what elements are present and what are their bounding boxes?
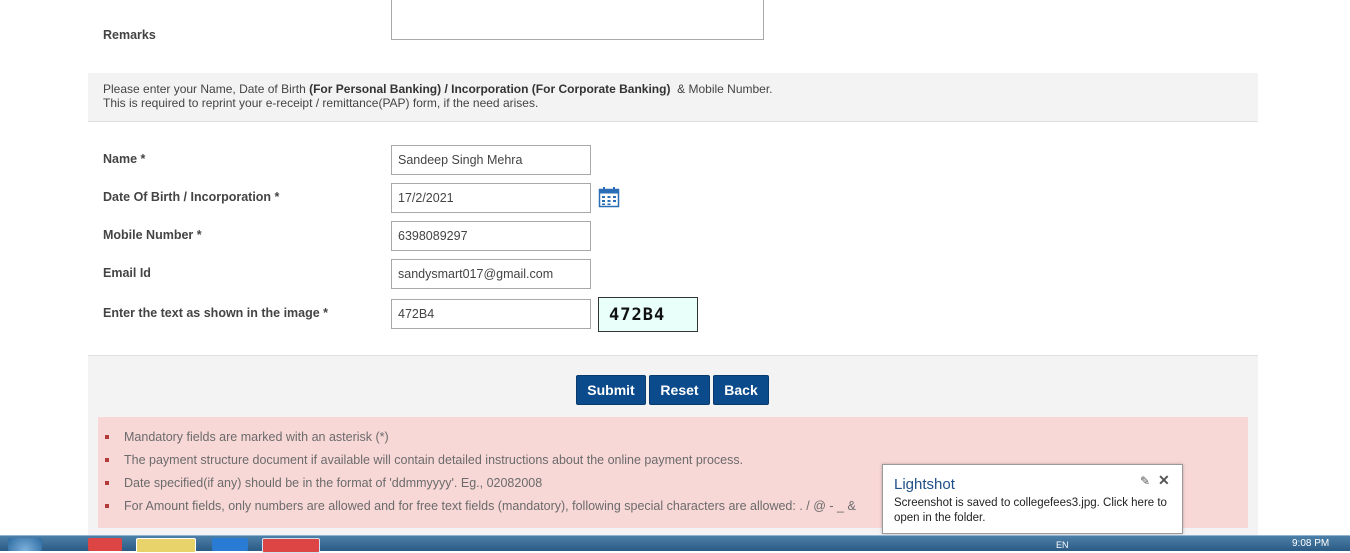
note-item: For Amount fields, only numbers are allo…	[105, 499, 856, 513]
note-item: Mandatory fields are marked with an aste…	[105, 430, 389, 444]
mobile-label: Mobile Number *	[103, 228, 202, 242]
lightshot-message[interactable]: Screenshot is saved to collegefees3.jpg.…	[894, 496, 1179, 526]
note-item: The payment structure document if availa…	[104, 453, 744, 467]
email-label: Email Id	[103, 266, 151, 280]
info-band: Please enter your Name, Date of Birth (F…	[88, 73, 1258, 122]
captcha-label: Enter the text as shown in the image *	[103, 306, 329, 320]
close-icon[interactable]: ✕	[1158, 472, 1170, 489]
mobile-input[interactable]	[391, 221, 591, 251]
dob-label: Date Of Birth / Incorporation *	[103, 190, 280, 204]
info-text-part2: & Mobile Number.	[670, 82, 773, 96]
remarks-textarea[interactable]	[391, 0, 764, 40]
info-text: Please enter your Name, Date of Birth (F…	[103, 82, 773, 110]
note-item: Date specified(if any) should be in the …	[104, 476, 543, 490]
vscode-icon[interactable]	[212, 538, 248, 551]
captcha-input[interactable]	[391, 299, 591, 329]
captcha-image: 472B4	[598, 297, 698, 332]
calendar-icon[interactable]	[598, 186, 620, 208]
name-input[interactable]	[391, 145, 591, 175]
email-input[interactable]	[391, 259, 591, 289]
language-indicator[interactable]: EN	[1056, 540, 1069, 550]
reset-button[interactable]: Reset	[649, 375, 710, 405]
info-text-line2: This is required to reprint your e-recei…	[103, 96, 539, 110]
folder-icon[interactable]	[136, 538, 196, 553]
taskbar-clock[interactable]: 9:08 PM	[1292, 538, 1329, 549]
remarks-label: Remarks	[103, 28, 156, 42]
chrome-icon[interactable]	[88, 538, 122, 551]
taskbar: EN 9:08 PM	[0, 535, 1350, 553]
lightshot-title: Lightshot	[894, 476, 955, 493]
lightshot-notification[interactable]: Lightshot ✎ ✕ Screenshot is saved to col…	[882, 464, 1183, 534]
name-label: Name *	[103, 152, 146, 166]
info-text-bold: (For Personal Banking) / Incorporation (…	[309, 82, 671, 96]
start-button-icon[interactable]	[8, 538, 42, 551]
back-button[interactable]: Back	[713, 375, 769, 405]
info-text-part1: Please enter your Name, Date of Birth	[103, 82, 310, 96]
chrome-window-icon[interactable]	[262, 538, 320, 553]
submit-button[interactable]: Submit	[576, 375, 646, 405]
dob-input[interactable]	[391, 183, 591, 213]
pin-icon[interactable]: ✎	[1140, 474, 1150, 488]
